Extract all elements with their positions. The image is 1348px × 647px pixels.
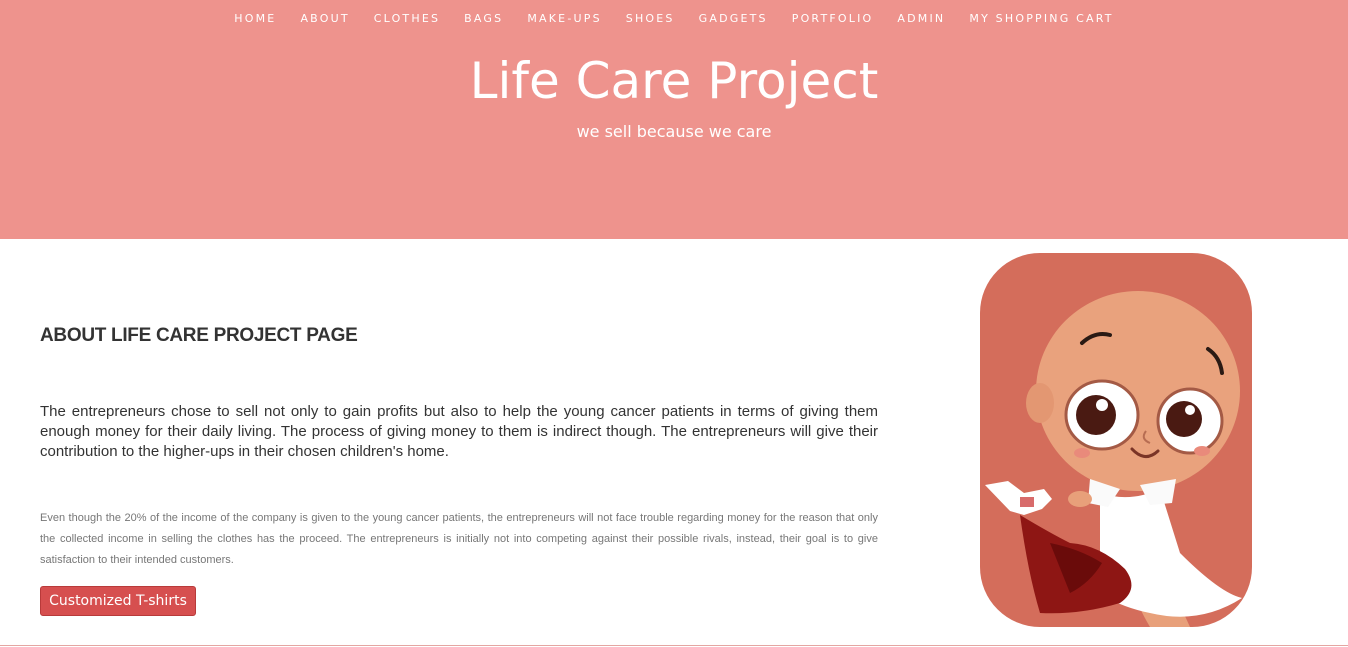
nav-clothes[interactable]: CLOTHES: [362, 12, 452, 26]
nav-about[interactable]: ABOUT: [288, 12, 361, 26]
bottom-divider: [0, 645, 1348, 646]
nav-portfolio[interactable]: PORTFOLIO: [780, 12, 886, 26]
nav-admin[interactable]: ADMIN: [885, 12, 957, 26]
customized-tshirts-button[interactable]: Customized T-shirts: [40, 586, 196, 616]
nav-gadgets[interactable]: GADGETS: [687, 12, 780, 26]
detail-paragraph: Even though the 20% of the income of the…: [40, 512, 878, 566]
nav-make-ups[interactable]: MAKE-UPS: [515, 12, 613, 26]
nav-home[interactable]: HOME: [222, 12, 288, 26]
page-heading: ABOUT LIFE CARE PROJECT PAGE: [40, 325, 358, 346]
main-nav: HOME ABOUT CLOTHES BAGS MAKE-UPS SHOES G…: [0, 12, 1348, 26]
intro-paragraph: The entrepreneurs chose to sell not only…: [40, 403, 878, 460]
site-title: Life Care Project: [469, 52, 879, 110]
site-tagline: we sell because we care: [576, 122, 772, 141]
site-header: HOME ABOUT CLOTHES BAGS MAKE-UPS SHOES G…: [0, 0, 1348, 239]
cartoon-child-illustration: [980, 253, 1252, 627]
nav-bags[interactable]: BAGS: [452, 12, 515, 26]
nav-shopping-cart[interactable]: MY SHOPPING CART: [957, 12, 1125, 26]
nav-shoes[interactable]: SHOES: [614, 12, 687, 26]
